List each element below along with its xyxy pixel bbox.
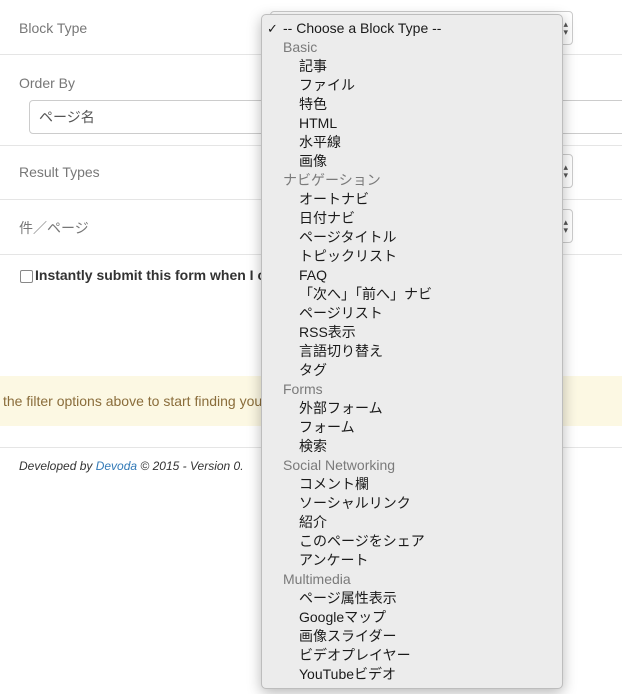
option-item[interactable]: ソーシャルリンク	[299, 494, 411, 513]
block-type-dropdown[interactable]: ✓ -- Choose a Block Type -- Basic 記事 ファイル 特色 H…	[261, 14, 563, 689]
option-item[interactable]: ファイル	[299, 76, 355, 95]
option-item[interactable]: 紹介	[299, 513, 327, 532]
option-item[interactable]: このページをシェア	[299, 532, 425, 551]
instant-submit-label[interactable]: Instantly submit this form when I c	[35, 267, 265, 283]
option-group-label: ナビゲーション	[283, 172, 381, 188]
option-item[interactable]: 特色	[299, 95, 327, 114]
option-item[interactable]: 「次へ」「前へ」ナビ	[299, 285, 432, 304]
option-group-label: Basic	[283, 39, 318, 55]
option-item[interactable]: ビデオプレイヤー	[299, 646, 411, 665]
option-item[interactable]: HTML	[299, 114, 337, 133]
option-item[interactable]: オートナビ	[299, 190, 369, 209]
option-item[interactable]: 画像スライダー	[299, 627, 396, 646]
option-group-label: Multimedia	[283, 571, 351, 587]
option-item[interactable]: 外部フォーム	[299, 399, 383, 418]
option-selected[interactable]: -- Choose a Block Type --	[283, 19, 441, 38]
option-item[interactable]: 日付ナビ	[299, 209, 355, 228]
footer-prefix: Developed by	[19, 459, 96, 473]
option-item[interactable]: ページタイトル	[299, 228, 396, 247]
option-item[interactable]: 記事	[299, 57, 327, 76]
alert-text: the filter options above to start findin…	[3, 393, 263, 409]
option-group-label: Social Networking	[283, 457, 396, 473]
option-item[interactable]: 言語切り替え	[299, 342, 383, 361]
option-item[interactable]: 水平線	[299, 133, 341, 152]
footer: Developed by Devoda © 2015 - Version 0.	[19, 459, 244, 473]
option-item[interactable]: フォーム	[299, 418, 355, 437]
option-item[interactable]: ページ属性表示	[299, 589, 397, 608]
per-page-label: 件／ページ	[19, 220, 89, 236]
select-arrows-icon: ▴ ▾	[563, 162, 568, 180]
option-item[interactable]: コメント欄	[299, 475, 369, 494]
option-item[interactable]: 画像	[299, 152, 327, 171]
select-arrows-icon: ▴ ▾	[563, 19, 568, 37]
option-group-label: Forms	[283, 381, 323, 397]
option-item[interactable]: Googleマップ	[299, 608, 386, 627]
instant-submit-checkbox[interactable]	[20, 270, 33, 283]
option-item[interactable]: ページリスト	[299, 304, 383, 323]
devoda-link[interactable]: Devoda	[96, 459, 137, 473]
option-item[interactable]: 検索	[299, 437, 327, 456]
option-item[interactable]: YouTubeビデオ	[299, 665, 396, 684]
option-item[interactable]: RSS表示	[299, 323, 356, 342]
option-item[interactable]: アンケート	[299, 551, 368, 570]
block-type-label: Block Type	[19, 20, 88, 36]
checkmark-icon: ✓	[267, 21, 278, 36]
option-item[interactable]: タグ	[299, 361, 327, 380]
footer-suffix: © 2015 - Version 0.	[137, 459, 244, 473]
option-item[interactable]: FAQ	[299, 266, 327, 285]
option-item[interactable]: トピックリスト	[299, 247, 397, 266]
order-by-value: ページ名	[39, 109, 95, 125]
order-by-label: Order By	[19, 75, 76, 91]
select-arrows-icon: ▴ ▾	[563, 217, 568, 235]
result-types-label: Result Types	[19, 164, 100, 180]
